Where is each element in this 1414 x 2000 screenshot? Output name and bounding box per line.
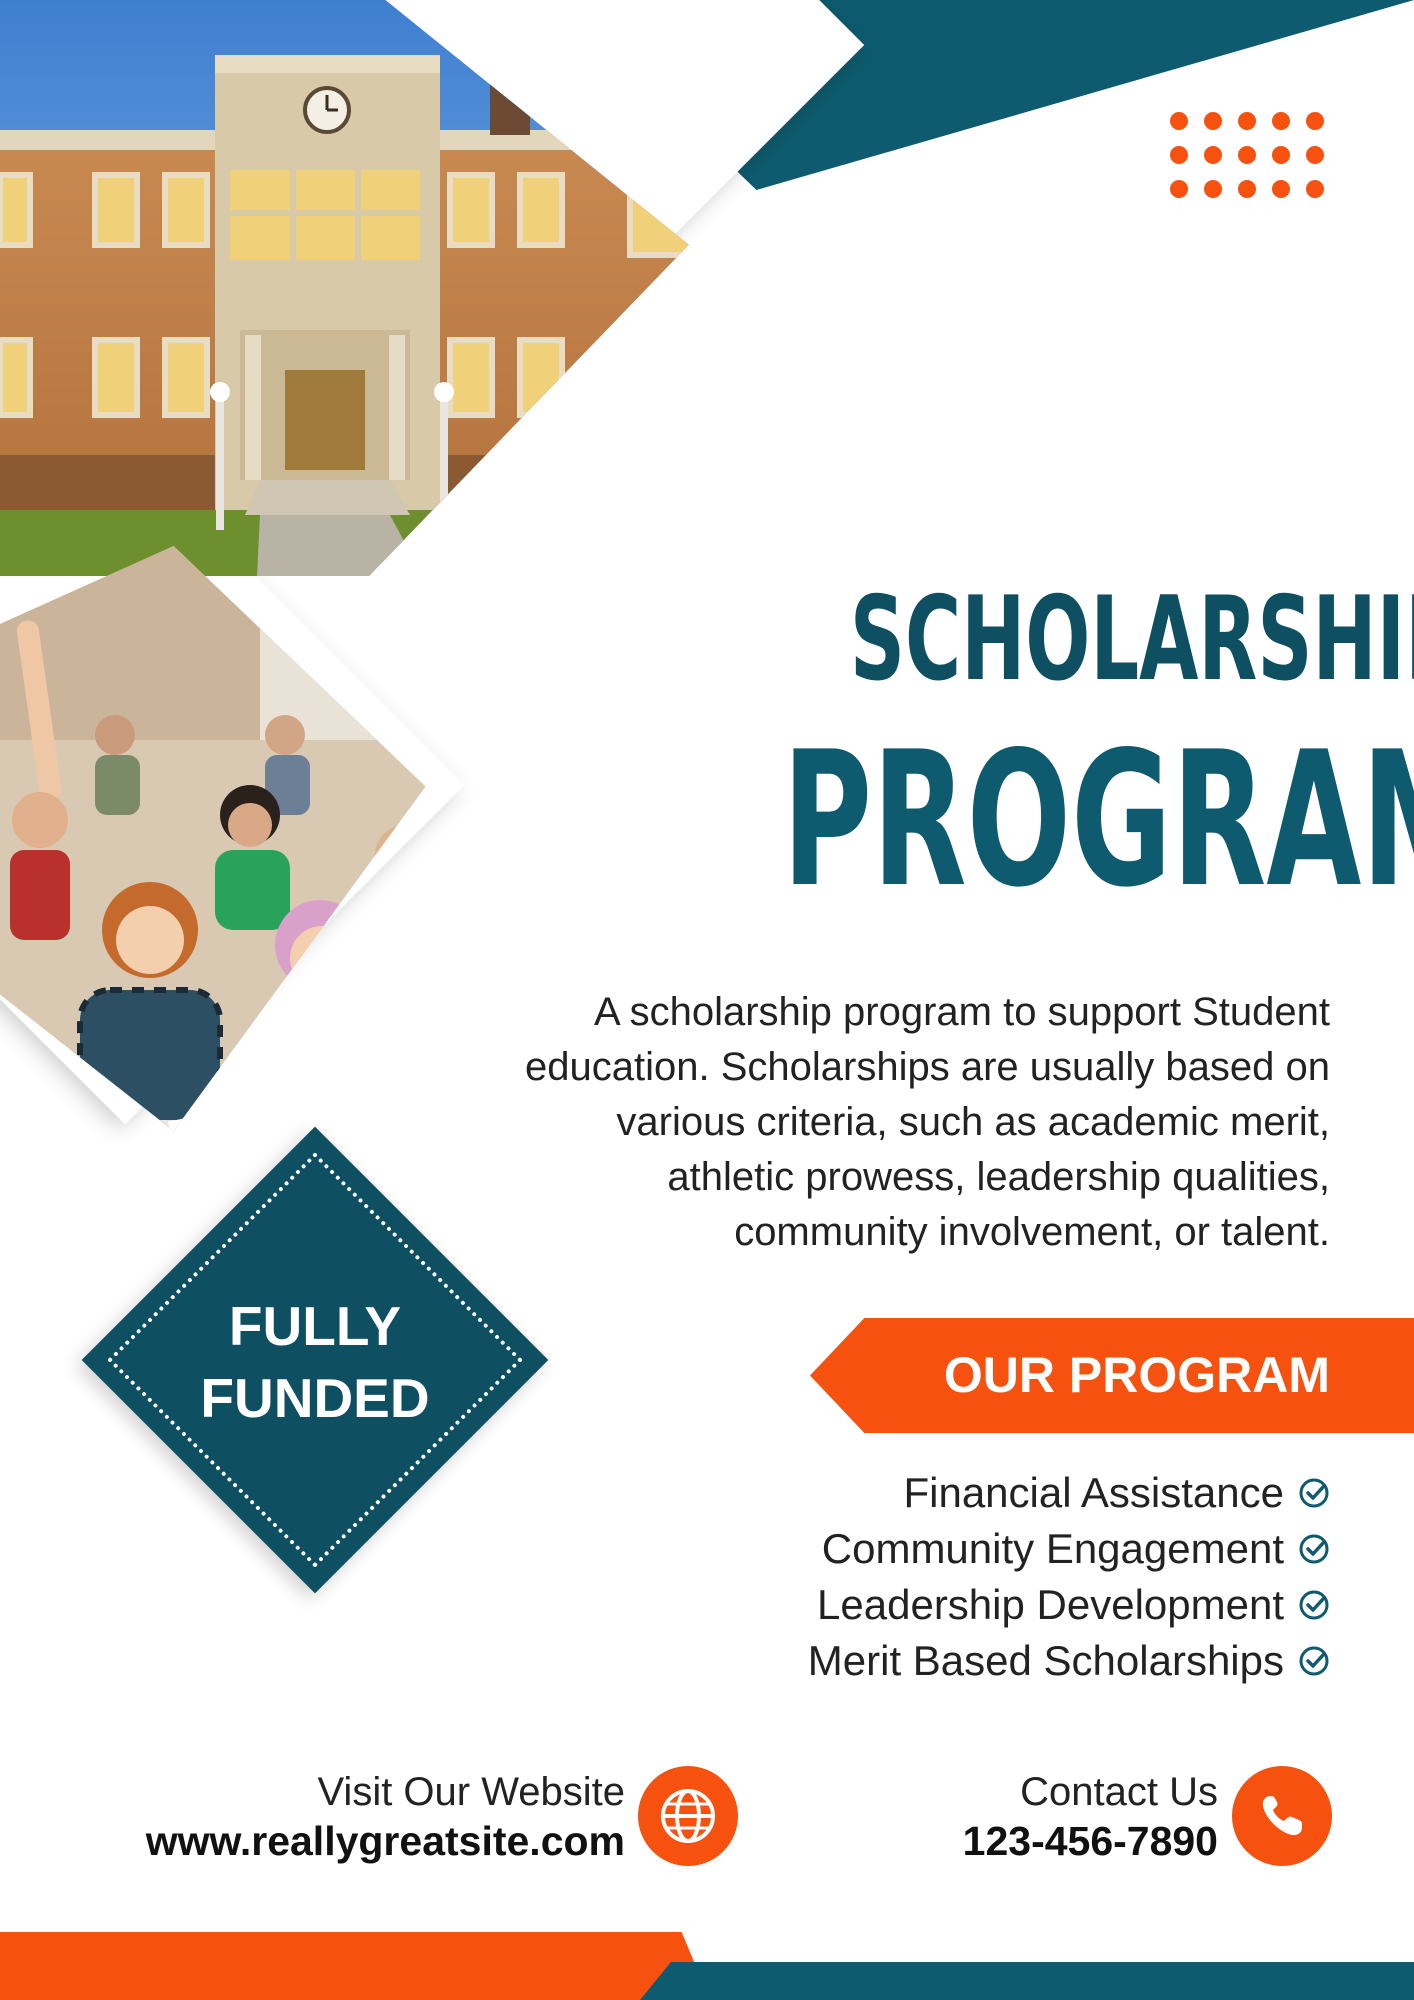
description-line: A scholarship program to support Student — [594, 990, 1330, 1034]
description-line: athletic prowess, leadership qualities, — [667, 1155, 1330, 1199]
fully-funded-label: FULLY FUNDED — [170, 1290, 460, 1434]
bottom-orange-band — [0, 1932, 710, 2000]
program-item-label: Merit Based Scholarships — [807, 1637, 1284, 1684]
list-item: Financial Assistance — [700, 1465, 1330, 1521]
dot-grid-decoration — [1170, 112, 1340, 212]
contact-info: Contact Us 123-456-7890 — [870, 1768, 1218, 1866]
program-item-label: Community Engagement — [821, 1525, 1284, 1572]
check-circle-icon — [1299, 1478, 1329, 1508]
program-list: Financial Assistance Community Engagemen… — [700, 1465, 1330, 1689]
program-item-label: Financial Assistance — [903, 1469, 1284, 1516]
list-item: Community Engagement — [700, 1521, 1330, 1577]
check-circle-icon — [1299, 1646, 1329, 1676]
headline-program: PROGRAM — [782, 711, 1414, 928]
badge-line-1: FULLY — [228, 1295, 402, 1357]
contact-caption: Contact Us — [1020, 1770, 1218, 1814]
headline-scholarship: SCHOLARSHIP — [849, 572, 1414, 707]
scholarship-flyer: FULLY FUNDED SCHOLARSHIP PROGRAM A schol… — [0, 0, 1414, 2000]
program-description: A scholarship program to support Student… — [430, 985, 1330, 1260]
program-item-label: Leadership Development — [817, 1581, 1284, 1628]
description-line: education. Scholarships are usually base… — [525, 1045, 1330, 1089]
website-caption: Visit Our Website — [317, 1770, 625, 1814]
website-info: Visit Our Website www.reallygreatsite.co… — [100, 1768, 625, 1866]
phone-number[interactable]: 123-456-7890 — [870, 1816, 1218, 1866]
phone-icon[interactable] — [1232, 1766, 1332, 1866]
list-item: Leadership Development — [700, 1577, 1330, 1633]
our-program-heading: OUR PROGRAM — [943, 1347, 1330, 1403]
list-item: Merit Based Scholarships — [700, 1633, 1330, 1689]
badge-line-2: FUNDED — [200, 1367, 430, 1429]
bottom-teal-band — [640, 1962, 1414, 2000]
description-line: various criteria, such as academic merit… — [616, 1100, 1330, 1144]
check-circle-icon — [1299, 1534, 1329, 1564]
check-circle-icon — [1299, 1590, 1329, 1620]
website-link[interactable]: www.reallygreatsite.com — [100, 1816, 625, 1866]
globe-icon[interactable] — [638, 1766, 738, 1866]
description-line: community involvement, or talent. — [734, 1210, 1330, 1254]
